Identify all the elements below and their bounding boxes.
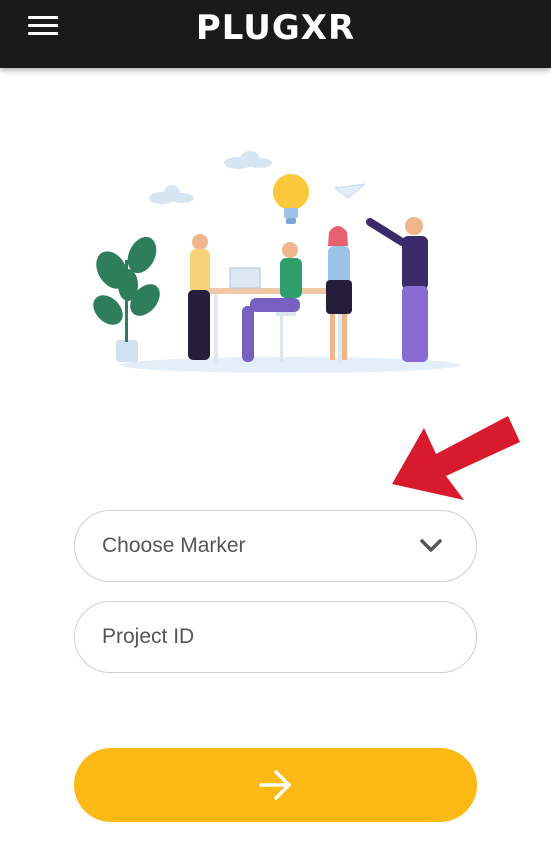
app-header: PLUGXR xyxy=(0,0,551,68)
red-pointer-arrow-icon xyxy=(392,416,520,500)
arrow-right-icon xyxy=(259,770,291,800)
chevron-down-icon xyxy=(420,539,442,552)
marker-select-value: Choose Marker xyxy=(102,534,246,557)
project-id-input[interactable]: Project ID xyxy=(74,601,477,673)
submit-button[interactable] xyxy=(74,748,477,822)
project-id-placeholder: Project ID xyxy=(102,625,195,648)
marker-select[interactable]: Choose Marker xyxy=(74,510,477,582)
team-office-illustration xyxy=(93,151,460,373)
app-logo: PLUGXR xyxy=(195,8,356,48)
